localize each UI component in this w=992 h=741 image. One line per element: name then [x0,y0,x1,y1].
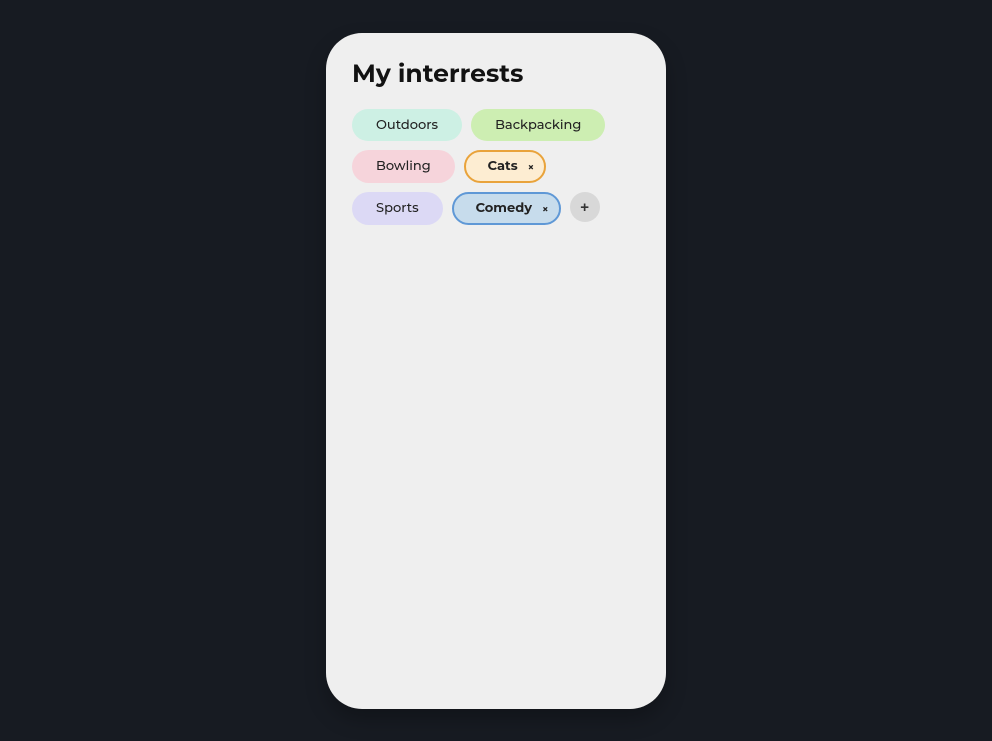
tag-label: Sports [376,200,419,217]
tag-backpacking[interactable]: Backpacking [471,109,605,142]
tag-label: Bowling [376,158,431,175]
tag-label: Backpacking [495,117,581,134]
tag-label: Comedy [476,200,532,217]
tag-outdoors[interactable]: Outdoors [352,109,462,142]
close-icon[interactable]: × [528,160,535,174]
tag-comedy[interactable]: Comedy × [452,192,561,225]
close-icon[interactable]: × [542,202,549,216]
plus-icon: + [580,199,589,216]
tag-label: Outdoors [376,117,438,134]
interests-card: My interrests Outdoors Backpacking Bowli… [326,33,666,709]
tag-list: Outdoors Backpacking Bowling Cats × Spor… [352,109,640,226]
tag-label: Cats [488,158,518,175]
tag-sports[interactable]: Sports [352,192,443,225]
add-interest-button[interactable]: + [570,192,600,222]
tag-bowling[interactable]: Bowling [352,150,455,183]
page-title: My interrests [352,59,640,89]
tag-cats[interactable]: Cats × [464,150,547,183]
